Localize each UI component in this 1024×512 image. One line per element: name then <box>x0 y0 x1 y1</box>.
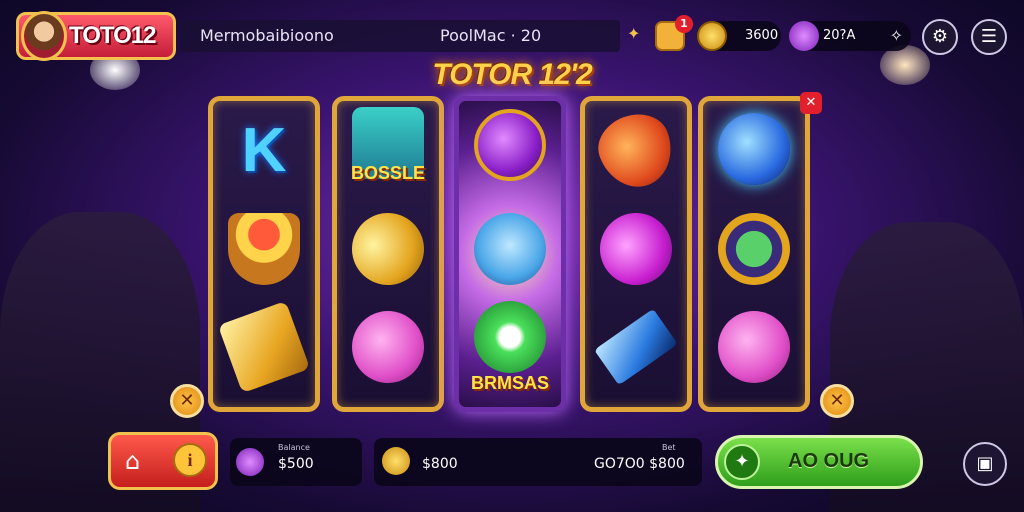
gem-balance-pill[interactable]: 20?A ✧ <box>789 21 911 51</box>
bag-icon: ▣ <box>976 453 994 474</box>
logo-text: TOTO12 <box>69 22 156 49</box>
brand-logo[interactable]: TOTO12 <box>16 11 176 61</box>
gem-balance: 20?A <box>823 28 856 43</box>
home-info-group: ⌂ i <box>108 432 218 490</box>
close-icon[interactable]: ✕ <box>800 92 822 114</box>
notification-badge: 1 <box>675 15 693 33</box>
pink-pig-symbol-2 <box>718 311 790 383</box>
game-name: Mermobaibioono <box>200 26 334 45</box>
blue-orb-symbol <box>718 113 790 185</box>
plus-icon: ✦ <box>724 444 760 480</box>
info-icon[interactable]: i <box>173 443 207 477</box>
reel-3-highlighted[interactable]: BRMSAS <box>454 96 566 412</box>
gold-egg-symbol <box>338 199 438 299</box>
fruit-basket-symbol <box>228 213 300 285</box>
gem-icon <box>789 21 819 51</box>
jester-label: BRMSAS <box>470 373 550 393</box>
avatar-icon <box>21 11 67 61</box>
bonus-label: BOSSLE <box>350 163 426 183</box>
balance-panel: Balance $500 <box>230 438 362 486</box>
coin-balance-pill[interactable]: 3600 <box>697 21 781 51</box>
gold-bar-symbol <box>217 300 311 394</box>
notification-button[interactable]: 1 <box>655 15 693 51</box>
reel-1[interactable]: K <box>208 96 320 412</box>
reel-5[interactable] <box>698 96 810 412</box>
green-jester-symbol <box>474 301 546 373</box>
blue-crystal-symbol <box>594 308 678 386</box>
reels-title: TOTOR 12'2 <box>432 58 592 91</box>
coin-icon <box>382 447 410 475</box>
coin-icon <box>697 21 727 51</box>
add-gem-icon[interactable]: ✧ <box>890 26 903 45</box>
berry-icon <box>236 448 264 476</box>
blue-cat-symbol <box>474 213 546 285</box>
spin-label: AO OUG <box>788 450 870 472</box>
pin-icon[interactable]: ✦ <box>627 24 640 43</box>
bet-panel: Bet $800 GO7O0 $800 <box>374 438 702 486</box>
reel-2[interactable]: BOSSLE <box>332 96 444 412</box>
purple-gem-symbol <box>588 201 684 297</box>
home-icon[interactable]: ⌂ <box>125 447 140 475</box>
reel-4[interactable] <box>580 96 692 412</box>
menu-button[interactable]: ☰ <box>971 19 1007 55</box>
right-close-button[interactable]: ✕ <box>820 384 854 418</box>
title-strip: Mermobaibioono PoolMac · 20 <box>180 20 620 52</box>
red-gem-symbol <box>589 104 683 198</box>
k-letter-symbol: K <box>241 116 287 185</box>
purple-orb-symbol <box>474 109 546 181</box>
bet-caption: Bet <box>662 443 676 452</box>
bet-value: $800 <box>422 456 458 472</box>
inventory-button[interactable]: ▣ <box>963 442 1007 486</box>
gear-icon: ⚙ <box>931 26 949 47</box>
balance-caption: Balance <box>278 443 310 452</box>
pool-label: PoolMac · 20 <box>440 26 542 45</box>
balance-value: $500 <box>278 456 314 472</box>
pink-pig-symbol <box>352 311 424 383</box>
spin-button[interactable]: ✦ AO OUG <box>715 435 923 489</box>
green-ring-symbol <box>718 213 790 285</box>
left-close-button[interactable]: ✕ <box>170 384 204 418</box>
coin-balance: 3600 <box>745 28 779 43</box>
win-value: GO7O0 $800 <box>594 456 685 472</box>
hamburger-icon: ☰ <box>980 26 998 47</box>
settings-button[interactable]: ⚙ <box>922 19 958 55</box>
